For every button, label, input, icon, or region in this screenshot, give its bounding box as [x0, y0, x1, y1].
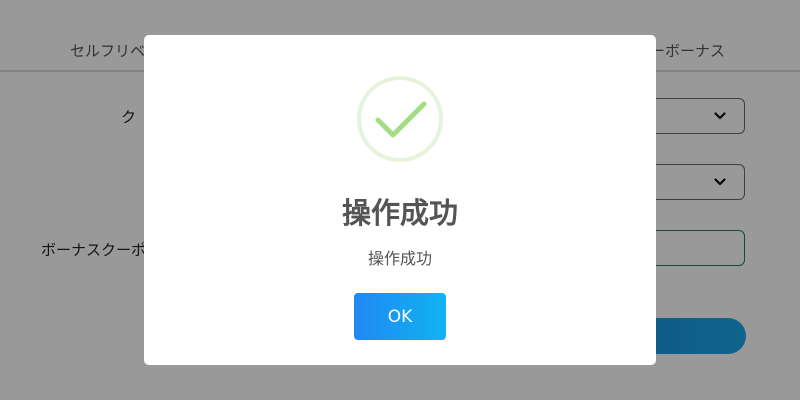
page: セルフリベ ーボーナス ク ボーナスクーポ 操作成功 操作成功 OK — [0, 0, 800, 400]
success-dialog: 操作成功 操作成功 OK — [144, 35, 656, 365]
dialog-message: 操作成功 — [367, 249, 432, 268]
dialog-title: 操作成功 — [341, 196, 458, 230]
ok-button[interactable]: OK — [354, 293, 446, 340]
check-circle-icon — [357, 76, 443, 162]
